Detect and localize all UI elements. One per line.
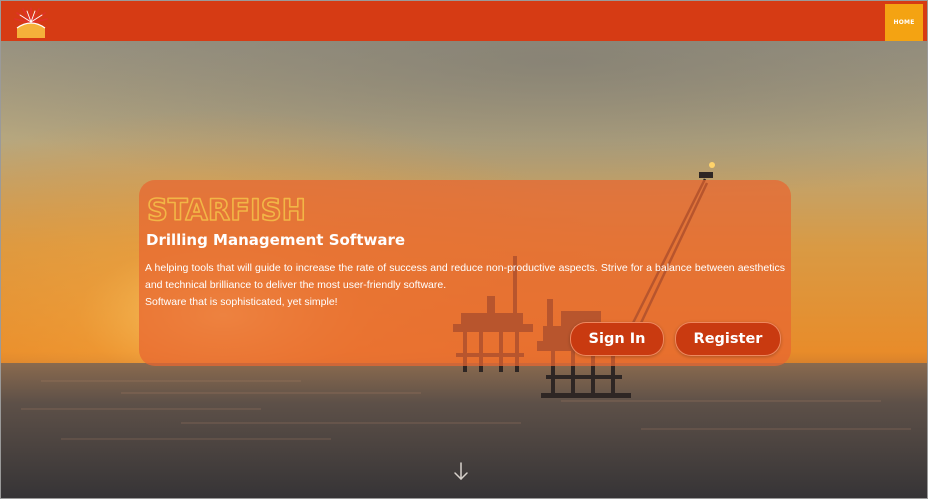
brand-name: STARFISH <box>147 193 306 226</box>
hero-description-line: Software that is sophisticated, yet simp… <box>145 296 338 308</box>
hero-subtitle: Drilling Management Software <box>146 231 406 249</box>
sunrise-logo-icon[interactable] <box>13 6 49 38</box>
hero-intro-panel: STARFISH Drilling Management Software A … <box>139 180 791 366</box>
arrow-down-icon[interactable] <box>453 461 469 483</box>
page-frame: HOME STARFISH Drilling Management Softwa… <box>0 0 928 499</box>
register-button[interactable]: Register <box>675 322 781 356</box>
hero-section: STARFISH Drilling Management Software A … <box>1 41 927 498</box>
nav-home-button[interactable]: HOME <box>885 4 923 41</box>
brand-wordmark: STARFISH <box>146 192 307 226</box>
hero-description-line: A helping tools that will guide to incre… <box>145 262 785 291</box>
sign-in-button[interactable]: Sign In <box>570 322 664 356</box>
hero-description: A helping tools that will guide to incre… <box>145 260 785 311</box>
top-navbar: HOME <box>1 1 927 41</box>
